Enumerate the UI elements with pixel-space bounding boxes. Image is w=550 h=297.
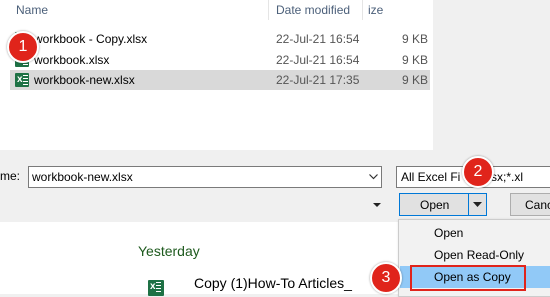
menu-item-open[interactable]: Open: [400, 222, 550, 244]
file-size: 9 KB: [402, 32, 429, 46]
file-size: 9 KB: [402, 73, 429, 87]
open-split-dropdown[interactable]: [468, 193, 487, 216]
column-header-date-modified[interactable]: Date modified: [276, 3, 350, 17]
file-name-input[interactable]: [32, 170, 362, 184]
cancel-button[interactable]: Canc: [510, 193, 550, 216]
open-button[interactable]: Open: [399, 193, 469, 216]
excel-file-icon: x: [15, 73, 29, 87]
highlight-box: [410, 265, 526, 291]
file-row-workbook-new[interactable]: x workbook-new.xlsx 22-Jul-21 17:35 9 KB: [10, 70, 430, 90]
column-separator[interactable]: [362, 0, 363, 20]
file-name-field[interactable]: [28, 166, 382, 188]
file-date: 22-Jul-21 16:54: [276, 32, 360, 46]
file-row-workbook[interactable]: x workbook.xlsx 22-Jul-21 16:54 9 KB: [10, 50, 430, 70]
menu-item-open-read-only[interactable]: Open Read-Only: [400, 244, 550, 266]
tools-dropdown-icon[interactable]: [373, 203, 381, 208]
dialog-background: [433, 0, 550, 150]
column-header-name[interactable]: Name: [16, 3, 48, 17]
file-date: 22-Jul-21 17:35: [276, 73, 360, 87]
file-name-label: me:: [0, 169, 21, 183]
step-badge-2: 2: [462, 156, 494, 188]
step-badge-1: 1: [7, 31, 39, 63]
menu-item-label: Open Read-Only: [434, 248, 525, 262]
recent-group-heading: Yesterday: [138, 243, 200, 259]
file-name: workbook.xlsx: [34, 53, 110, 67]
file-list-pane: Name Date modified ize x workbook - Copy…: [0, 0, 433, 150]
menu-item-label: Open: [434, 226, 464, 240]
file-name: workbook - Copy.xlsx: [34, 32, 148, 46]
open-button-label: Open: [420, 198, 450, 212]
cancel-button-label: Canc: [525, 198, 550, 212]
file-size: 9 KB: [402, 53, 429, 67]
recent-file-item[interactable]: Copy (1)How-To Articles_: [194, 275, 352, 291]
step-badge-3: 3: [370, 262, 402, 294]
column-header-size[interactable]: ize: [368, 3, 383, 17]
column-separator[interactable]: [268, 0, 269, 20]
file-name: workbook-new.xlsx: [34, 73, 135, 87]
chevron-down-icon[interactable]: [369, 174, 378, 180]
chevron-down-icon: [473, 202, 482, 207]
file-date: 22-Jul-21 16:54: [276, 53, 360, 67]
file-row-workbook-copy[interactable]: x workbook - Copy.xlsx 22-Jul-21 16:54 9…: [10, 29, 430, 49]
